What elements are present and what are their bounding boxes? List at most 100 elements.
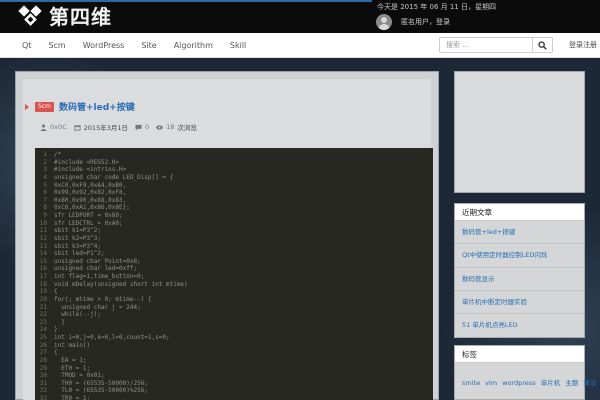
view-suffix: 次浏览: [177, 124, 197, 132]
code-line-number: 7: [43, 196, 47, 204]
code-line-number: 11: [39, 227, 47, 235]
post-author[interactable]: 0x0C: [50, 123, 67, 131]
code-line: 0xC0,0xF9,0xA4,0xB0,: [54, 181, 127, 189]
sidebar-ad-box: [454, 71, 585, 193]
code-line-number: 2: [43, 158, 47, 166]
recent-posts-widget: 近期文章 数码管+led+按键 Qt中使用定时器控制LED闪烁 数码管显示 单片…: [454, 203, 585, 339]
code-line: {: [54, 349, 58, 357]
code-line-number: 26: [39, 341, 47, 349]
code-line-number: 32: [39, 387, 47, 395]
code-line-number: 16: [39, 265, 47, 273]
code-line-numbers: 1 2 3 4 5 6 7 8 9 10 11 12 13 14 15 16 17 18 19 20 21 22 23 24 2…: [35, 151, 47, 400]
recent-post-item[interactable]: 数码管显示: [455, 268, 584, 291]
code-line-number: 31: [39, 379, 47, 387]
post-title[interactable]: 数码管+led+按键: [59, 100, 135, 113]
recent-post-item[interactable]: Qt中使用定时器控制LED闪烁: [455, 244, 584, 268]
code-line-number: 6: [43, 189, 47, 197]
code-line-number: 25: [39, 334, 47, 341]
tag-link[interactable]: vim: [485, 379, 497, 387]
code-line: sbit k2=P3^3;: [54, 234, 101, 242]
code-line: }: [54, 326, 58, 334]
code-line-number: 9: [43, 212, 47, 219]
recent-post-item[interactable]: 单片机中断定时器实验: [455, 291, 584, 315]
user-area[interactable]: 匿名用户，登录: [376, 14, 450, 30]
user-icon: [40, 123, 47, 131]
current-date: 今天是 2015 年 06 月 11 日，星期四: [377, 3, 496, 11]
code-line: ET0 = 1;: [54, 364, 91, 372]
code-line-number: 27: [39, 349, 47, 357]
code-lines: /* #include <REG52.H> #include <intrins.H>…: [54, 151, 188, 400]
code-line: #include <intrins.H>: [54, 166, 127, 174]
site-brand: 第四维: [49, 5, 112, 29]
code-line: }: [54, 318, 65, 326]
nav-item-skill[interactable]: Skill: [230, 41, 246, 50]
code-line: while(--j);: [54, 311, 101, 319]
tag-link[interactable]: 单片机: [541, 379, 561, 387]
post-date: 2015年3月1日: [83, 124, 128, 132]
tags-title: 标签: [455, 346, 584, 363]
code-line-number: 19: [39, 288, 47, 296]
code-line-number: 1: [43, 151, 47, 158]
code-line: sfr LEDCTRL = 0xA0;: [54, 219, 123, 227]
username[interactable]: 匿名用户，登录: [401, 17, 450, 27]
code-block[interactable]: 1 2 3 4 5 6 7 8 9 10 11 12 13 14 15 16 17 18 19 20 21 22 23 24 2…: [35, 148, 433, 400]
tag-link[interactable]: 算法: [583, 379, 596, 387]
nav-item-site[interactable]: Site: [141, 41, 156, 50]
code-line: unsigned char code LED_Disp[] = {: [54, 173, 174, 181]
code-line-number: 5: [43, 181, 47, 189]
code-line-number: 22: [39, 311, 47, 319]
code-line: int i=0,j=0,k=0,l=0,count=1,s=0;: [54, 334, 170, 341]
nav-item-wordpress[interactable]: WordPress: [83, 41, 125, 50]
code-line: #include <REG52.H>: [54, 158, 120, 166]
code-line: sbit k3=P3^4;: [54, 242, 101, 250]
code-line-number: 18: [39, 280, 47, 288]
avatar[interactable]: [376, 14, 392, 30]
nav-menu: Qt Scm WordPress Site Algorithm Skill: [22, 33, 263, 57]
tag-link[interactable]: wordpress: [502, 379, 535, 387]
code-line: sbit led=P1^2;: [54, 250, 105, 258]
tag-link[interactable]: 主题: [565, 379, 578, 387]
code-line: 0xC6,0xA1,0x86,0x8E};: [54, 204, 130, 212]
recent-post-item[interactable]: 51 单片机点亮LED: [455, 314, 584, 337]
code-line-number: 33: [39, 395, 47, 400]
code-line-number: 17: [39, 273, 47, 280]
nav-item-qt[interactable]: Qt: [22, 41, 31, 50]
code-line-number: 28: [39, 356, 47, 364]
calendar-icon: [74, 124, 81, 131]
search-input[interactable]: 搜索 ...: [439, 37, 533, 53]
code-line: /*: [54, 151, 62, 158]
code-line-number: 20: [39, 295, 47, 303]
comment-icon: [135, 124, 142, 131]
code-line: void mDelay(unsigned short int mtime): [54, 280, 188, 288]
code-line: unsigned char j = 244;: [54, 303, 141, 311]
code-line-number: 13: [39, 242, 47, 250]
site-logo[interactable]: 第四维: [18, 4, 112, 30]
code-line-number: 23: [39, 318, 47, 326]
code-line: int main(): [54, 341, 91, 349]
login-register-link[interactable]: 登录注册: [569, 40, 597, 50]
tag-link[interactable]: smite: [462, 379, 480, 387]
tags-widget: 标签 smite vim wordpress 单片机 主题 算法 技巧: [454, 345, 596, 400]
code-line: EA = 1;: [54, 356, 87, 364]
nav-item-scm[interactable]: Scm: [48, 41, 65, 50]
recent-post-item[interactable]: 数码管+led+按键: [455, 221, 584, 245]
nav-item-algorithm[interactable]: Algorithm: [174, 41, 213, 50]
code-line-number: 29: [39, 364, 47, 372]
code-line-number: 21: [39, 303, 47, 311]
comment-count[interactable]: 0: [145, 123, 149, 131]
category-badge[interactable]: Scm: [35, 102, 54, 112]
code-line-number: 24: [39, 326, 47, 334]
recent-posts-title: 近期文章: [455, 204, 584, 221]
code-line-number: 8: [43, 204, 47, 212]
code-line-number: 15: [39, 257, 47, 265]
article-body: Scm 数码管+led+按键 0x0C 2015年3月1日 0 18 次浏览 1…: [23, 79, 433, 400]
code-line: TL0 = (65535-50000)%256;: [54, 387, 148, 395]
search-button[interactable]: [533, 37, 553, 53]
code-line-number: 10: [39, 219, 47, 227]
code-line: for(; mtime > 0; mtime--) {: [54, 295, 152, 303]
code-line-number: 3: [43, 166, 47, 174]
code-line: TMOD = 0x01;: [54, 372, 105, 380]
top-accent-line: [0, 0, 372, 2]
article-card: Scm 数码管+led+按键 0x0C 2015年3月1日 0 18 次浏览 1…: [15, 71, 439, 400]
code-line: sbit k1=P3^2;: [54, 227, 101, 235]
